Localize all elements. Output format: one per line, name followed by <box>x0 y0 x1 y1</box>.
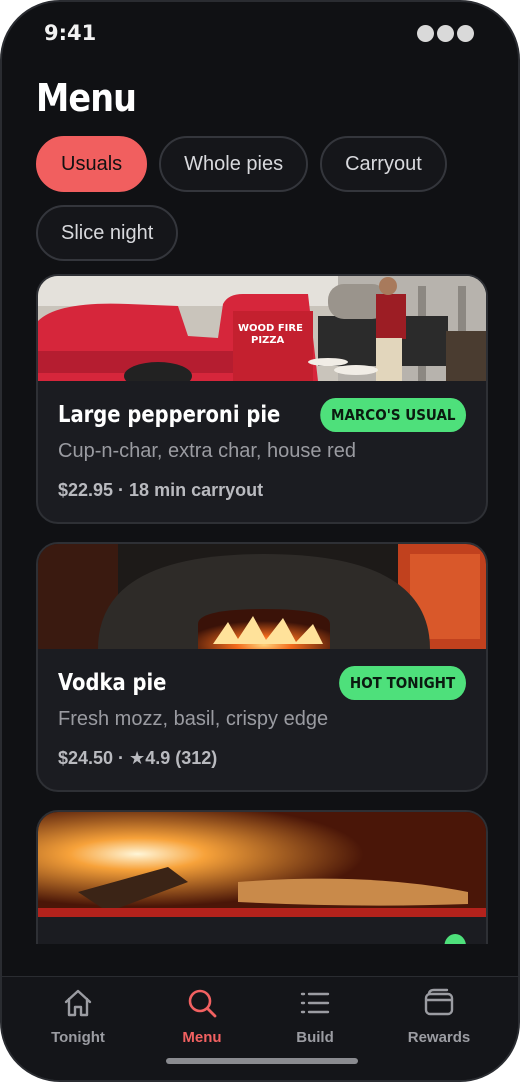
status-time: 9:41 <box>44 21 97 45</box>
tab-label: Tonight <box>51 1029 105 1046</box>
chip-slice-night[interactable]: Slice night <box>36 205 179 261</box>
tab-label: Build <box>296 1029 334 1046</box>
filter-chips: Usuals Whole pies Carryout Slice night <box>36 136 496 261</box>
page-title: Menu <box>36 76 137 120</box>
food-truck-photo: WOOD FIRE PIZZA <box>38 276 486 381</box>
card-meta: $24.50 · ★4.9 (312) <box>58 748 218 768</box>
card-title: Vodka pie <box>58 670 167 696</box>
tab-rewards[interactable]: Rewards <box>379 987 499 1046</box>
phone-screen: 9:41 Menu Usuals Whole pies Carryout Sli… <box>0 0 520 1082</box>
menu-card[interactable]: Vodka pie HOT TONIGHT Fresh mozz, basil,… <box>36 542 488 792</box>
tab-build[interactable]: Build <box>255 987 375 1046</box>
card-meta: $22.95 · 18 min carryout <box>58 480 264 500</box>
list-icon <box>300 992 330 1014</box>
home-indicator[interactable] <box>166 1058 358 1064</box>
status-badge: MARCO'S USUAL <box>319 398 466 432</box>
status-badge <box>444 934 466 944</box>
chip-carryout[interactable]: Carryout <box>320 136 447 192</box>
status-badge: HOT TONIGHT <box>339 666 466 700</box>
wood-oven-photo <box>38 544 486 649</box>
svg-text:PIZZA: PIZZA <box>251 335 285 346</box>
chip-whole-pies[interactable]: Whole pies <box>159 136 309 192</box>
tab-tonight[interactable]: Tonight <box>18 987 138 1046</box>
status-indicators-icon <box>417 25 474 42</box>
card-title: Large pepperoni pie <box>58 402 281 428</box>
menu-card[interactable]: WOOD FIRE PIZZA Large pepperoni pie MARC… <box>36 274 488 524</box>
menu-feed[interactable]: WOOD FIRE PIZZA Large pepperoni pie MARC… <box>36 274 488 944</box>
tab-bar: Tonight Menu Build Rewards <box>2 976 518 1080</box>
card-description: Fresh mozz, basil, crispy edge <box>58 708 329 730</box>
status-bar: 9:41 <box>2 2 518 66</box>
oven-fire-photo <box>38 812 486 917</box>
wallet-icon <box>424 988 454 1016</box>
tab-menu[interactable]: Menu <box>142 987 262 1046</box>
card-description: Cup-n-char, extra char, house red <box>58 440 356 462</box>
home-icon <box>64 989 92 1017</box>
chip-usuals[interactable]: Usuals <box>36 136 148 192</box>
svg-text:WOOD FIRE: WOOD FIRE <box>238 323 303 334</box>
search-icon <box>188 989 217 1018</box>
tab-label: Menu <box>182 1029 222 1046</box>
menu-card[interactable] <box>36 810 488 944</box>
tab-label: Rewards <box>407 1029 471 1046</box>
